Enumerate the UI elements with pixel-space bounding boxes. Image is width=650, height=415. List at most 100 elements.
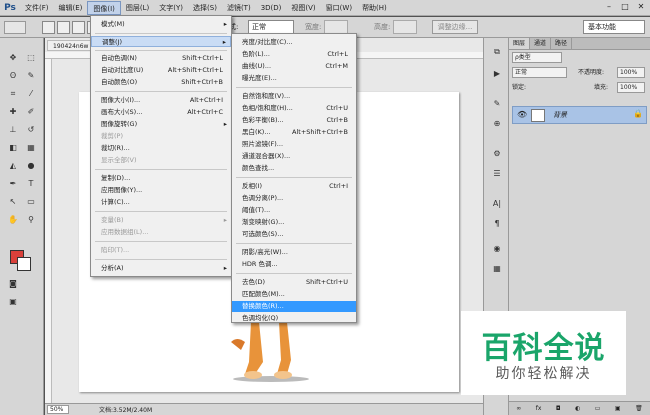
adjustment-layer-icon[interactable]: ◐ [575, 405, 580, 412]
actions-panel-icon[interactable]: ▶ [490, 68, 504, 80]
adjustments-icon[interactable]: ☰ [490, 168, 504, 180]
refine-edge-button[interactable]: 调整边缘... [432, 20, 478, 34]
tab-paths[interactable]: 路径 [551, 38, 573, 49]
paragraph-panel-icon[interactable]: ¶ [490, 218, 504, 230]
menu-item-exposure[interactable]: 曝光度(E)... [232, 73, 356, 84]
width-input[interactable] [324, 20, 348, 34]
menu-item-vibrance[interactable]: 自然饱和度(V)... [232, 91, 356, 102]
tab-layers[interactable]: 图层 [509, 38, 531, 49]
marquee-tool-icon[interactable]: ⬚ [24, 52, 38, 64]
layer-kind-filter[interactable]: ρ类型 [512, 52, 562, 63]
menu-filter[interactable]: 滤镜(T) [222, 1, 256, 15]
new-group-icon[interactable]: ▭ [595, 405, 601, 412]
history-panel-icon[interactable]: ⧉ [490, 46, 504, 58]
menu-help[interactable]: 帮助(H) [357, 1, 392, 15]
height-input[interactable] [393, 20, 417, 34]
new-selection-icon[interactable] [42, 21, 55, 34]
menu-file[interactable]: 文件(F) [20, 1, 54, 15]
menu-item-auto-tone[interactable]: 自动色调(N) Shift+Ctrl+L [91, 53, 231, 64]
crop-tool-icon[interactable]: ⌗ [6, 88, 20, 100]
menu-type[interactable]: 文字(Y) [154, 1, 188, 15]
layer-style-icon[interactable]: fx [536, 405, 542, 412]
style-select[interactable]: 正常 [248, 20, 294, 34]
menu-item-auto-color[interactable]: 自动颜色(O) Shift+Ctrl+B [91, 77, 231, 88]
menu-item-image-rotation[interactable]: 图像旋转(G) ▸ [91, 119, 231, 130]
eye-icon[interactable]: 👁 [517, 110, 527, 119]
blur-tool-icon[interactable]: ◭ [6, 160, 20, 172]
character-panel-icon[interactable]: A| [490, 198, 504, 210]
menu-item-curves[interactable]: 曲线(U)... Ctrl+M [232, 61, 356, 72]
clone-source-icon[interactable]: ⊕ [490, 118, 504, 130]
pen-tool-icon[interactable]: ✒ [6, 178, 20, 190]
menu-item-desaturate[interactable]: 去色(D) Shift+Ctrl+U [232, 277, 356, 288]
menu-item-replace-color[interactable]: 替换颜色(R)... [232, 301, 356, 312]
menu-select[interactable]: 选择(S) [188, 1, 222, 15]
link-layers-icon[interactable]: ∞ [516, 405, 521, 412]
close-icon[interactable]: ✕ [634, 1, 648, 13]
eraser-tool-icon[interactable]: ◧ [6, 142, 20, 154]
brush-tool-icon[interactable]: ✐ [24, 106, 38, 118]
menu-edit[interactable]: 编辑(E) [54, 1, 88, 15]
layer-mask-icon[interactable]: ◘ [556, 405, 561, 412]
menu-item-mode[interactable]: 模式(M) ▸ [91, 19, 231, 30]
menu-item-color-lookup[interactable]: 颜色查找... [232, 163, 356, 174]
menu-image[interactable]: 图像(I) [87, 0, 121, 15]
layer-name[interactable]: 背景 [553, 110, 567, 120]
menu-item-equalize[interactable]: 色调均化(Q) [232, 313, 356, 324]
fill-field[interactable]: 100% [617, 82, 645, 93]
menu-item-match-color[interactable]: 匹配颜色(M)... [232, 289, 356, 300]
maximize-icon[interactable]: □ [618, 1, 632, 13]
type-tool-icon[interactable]: T [24, 178, 38, 190]
history-brush-icon[interactable]: ↺ [24, 124, 38, 136]
tab-channels[interactable]: 通道 [530, 38, 552, 49]
healing-tool-icon[interactable]: ✚ [6, 106, 20, 118]
menu-item-levels[interactable]: 色阶(L)... Ctrl+L [232, 49, 356, 60]
menu-item-adjustments[interactable]: 调整(J) ▸ [91, 36, 231, 47]
menu-item-canvas-size[interactable]: 画布大小(S)... Alt+Ctrl+C [91, 107, 231, 118]
menu-item-hue-saturation[interactable]: 色相/饱和度(H)... Ctrl+U [232, 103, 356, 114]
blend-mode-select[interactable]: 正常 [512, 67, 567, 78]
menu-item-auto-contrast[interactable]: 自动对比度(U) Alt+Shift+Ctrl+L [91, 65, 231, 76]
menu-item-selective-color[interactable]: 可选颜色(S)... [232, 229, 356, 240]
move-tool-icon[interactable]: ✥ [6, 52, 20, 64]
menu-item-black-white[interactable]: 黑白(K)... Alt+Shift+Ctrl+B [232, 127, 356, 138]
styles-panel-icon[interactable]: ◉ [490, 243, 504, 255]
menu-item-analysis[interactable]: 分析(A) ▸ [91, 263, 231, 274]
dodge-tool-icon[interactable]: ● [24, 160, 38, 172]
menu-item-channel-mixer[interactable]: 通道混合器(X)... [232, 151, 356, 162]
menu-item-posterize[interactable]: 色调分离(P)... [232, 193, 356, 204]
menu-window[interactable]: 窗口(W) [321, 1, 357, 15]
quick-mask-icon[interactable]: ◙ [6, 278, 20, 290]
delete-layer-icon[interactable]: 🗑 [635, 405, 643, 412]
layer-row-background[interactable]: 👁 背景 🔒 [512, 106, 647, 124]
hand-tool-icon[interactable]: ✋ [6, 214, 20, 226]
menu-item-duplicate[interactable]: 复制(D)... [91, 173, 231, 184]
tool-presets-icon[interactable]: ⚙ [490, 148, 504, 160]
document-info[interactable]: 文档:3.52M/2.40M [99, 405, 152, 414]
minimize-icon[interactable]: – [602, 1, 616, 13]
menu-item-photo-filter[interactable]: 照片滤镜(F)... [232, 139, 356, 150]
menu-item-threshold[interactable]: 阈值(T)... [232, 205, 356, 216]
background-color-swatch[interactable] [17, 257, 31, 271]
zoom-tool-icon[interactable]: ⚲ [24, 214, 38, 226]
lasso-tool-icon[interactable]: ʘ [6, 70, 20, 82]
eyedropper-tool-icon[interactable]: ⁄ [24, 88, 38, 100]
brush-panel-icon[interactable]: ✎ [490, 98, 504, 110]
menu-item-invert[interactable]: 反相(I) Ctrl+I [232, 181, 356, 192]
new-layer-icon[interactable]: ▣ [615, 405, 621, 412]
menu-item-calculations[interactable]: 计算(C)... [91, 197, 231, 208]
menu-item-apply-image[interactable]: 应用图像(Y)... [91, 185, 231, 196]
zoom-level-field[interactable]: 50% [47, 405, 69, 414]
menu-item-trim[interactable]: 裁切(R)... [91, 143, 231, 154]
menu-3d[interactable]: 3D(D) [256, 1, 287, 15]
quick-select-tool-icon[interactable]: ✎ [24, 70, 38, 82]
add-selection-icon[interactable] [57, 21, 70, 34]
menu-item-image-size[interactable]: 图像大小(I)... Alt+Ctrl+I [91, 95, 231, 106]
opacity-field[interactable]: 100% [617, 67, 645, 78]
gradient-tool-icon[interactable]: ▦ [24, 142, 38, 154]
workspace-select[interactable]: 基本功能 [583, 20, 645, 34]
path-select-tool-icon[interactable]: ↖ [6, 196, 20, 208]
menu-item-shadows-highlights[interactable]: 阴影/高光(W)... [232, 247, 356, 258]
menu-item-color-balance[interactable]: 色彩平衡(B)... Ctrl+B [232, 115, 356, 126]
tool-preset-picker[interactable] [4, 21, 26, 34]
